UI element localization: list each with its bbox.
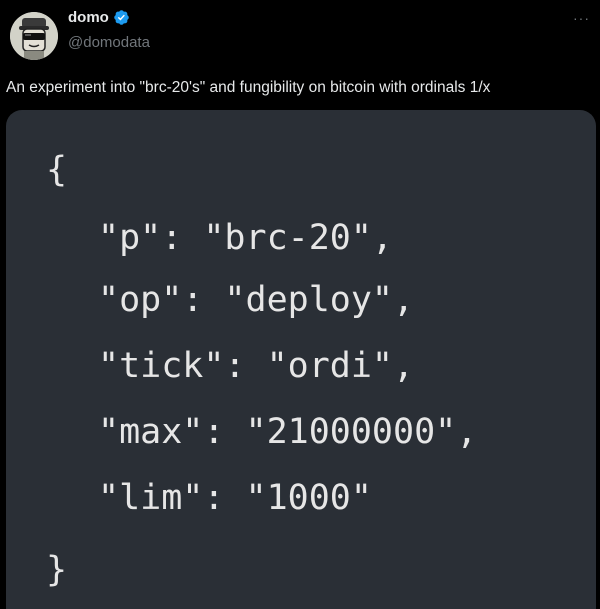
code-line-tick: "tick": "ordi", — [98, 346, 415, 386]
avatar-character-icon — [10, 12, 58, 60]
code-line-p: "p": "brc-20", — [98, 218, 394, 258]
code-line-max: "max": "21000000", — [98, 412, 478, 452]
code-close-brace: } — [46, 550, 68, 590]
tweet: domo @domodata ··· An experiment into "b… — [0, 0, 600, 609]
verified-badge-icon — [114, 10, 129, 25]
avatar[interactable] — [10, 12, 58, 60]
code-line-lim: "lim": "1000" — [98, 478, 372, 518]
author-handle[interactable]: @domodata — [68, 34, 150, 51]
more-options-icon[interactable]: ··· — [573, 10, 590, 26]
display-name[interactable]: domo — [68, 9, 109, 26]
author-name-row[interactable]: domo — [68, 9, 130, 26]
code-line-op: "op": "deploy", — [98, 280, 415, 320]
code-open-brace: { — [46, 150, 68, 190]
tweet-text: An experiment into "brc-20's" and fungib… — [6, 79, 491, 96]
code-image[interactable]: { "p": "brc-20", "op": "deploy", "tick":… — [6, 110, 596, 609]
